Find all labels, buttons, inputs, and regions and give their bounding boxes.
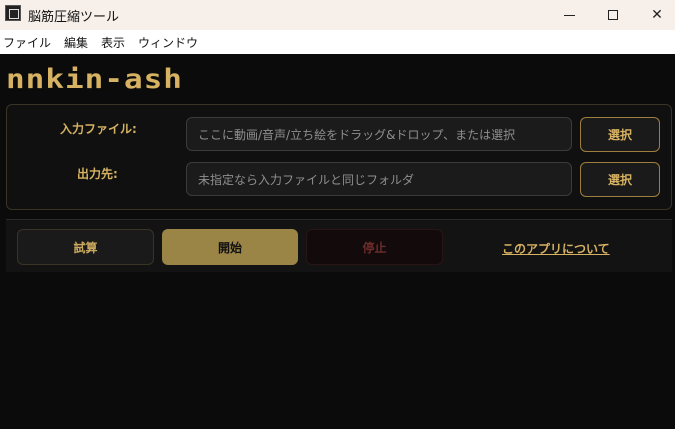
input-file-label: 入力ファイル: [60,122,137,136]
menu-file[interactable]: ファイル [3,34,51,51]
app-icon [5,5,21,21]
title-bar: 脳筋圧縮ツール ✕ [0,0,675,30]
menu-bar: ファイル 編集 表示 ウィンドウ [0,30,675,54]
input-select-button[interactable]: 選択 [580,117,660,152]
about-link[interactable]: このアプリについて [502,240,610,257]
window-title: 脳筋圧縮ツール [28,10,120,25]
menu-edit[interactable]: 編集 [64,34,88,51]
minimize-icon [563,14,575,16]
close-icon: ✕ [651,7,663,23]
stop-button[interactable]: 停止 [306,229,443,265]
output-dir-field[interactable]: 未指定なら入力ファイルと同じフォルダ [186,162,572,196]
menu-window[interactable]: ウィンドウ [138,34,198,51]
minimize-button[interactable] [546,0,592,30]
start-button[interactable]: 開始 [162,229,298,265]
output-dir-label: 出力先: [77,167,118,181]
trial-button[interactable]: 試算 [17,229,154,265]
maximize-icon [608,10,618,20]
close-button[interactable]: ✕ [634,0,675,30]
maximize-button[interactable] [590,0,636,30]
output-select-button[interactable]: 選択 [580,162,660,197]
menu-view[interactable]: 表示 [101,34,125,51]
app-logo: nnkin-ash [6,64,183,95]
input-file-field[interactable]: ここに動画/音声/立ち絵をドラッグ&ドロップ、または選択 [186,117,572,151]
